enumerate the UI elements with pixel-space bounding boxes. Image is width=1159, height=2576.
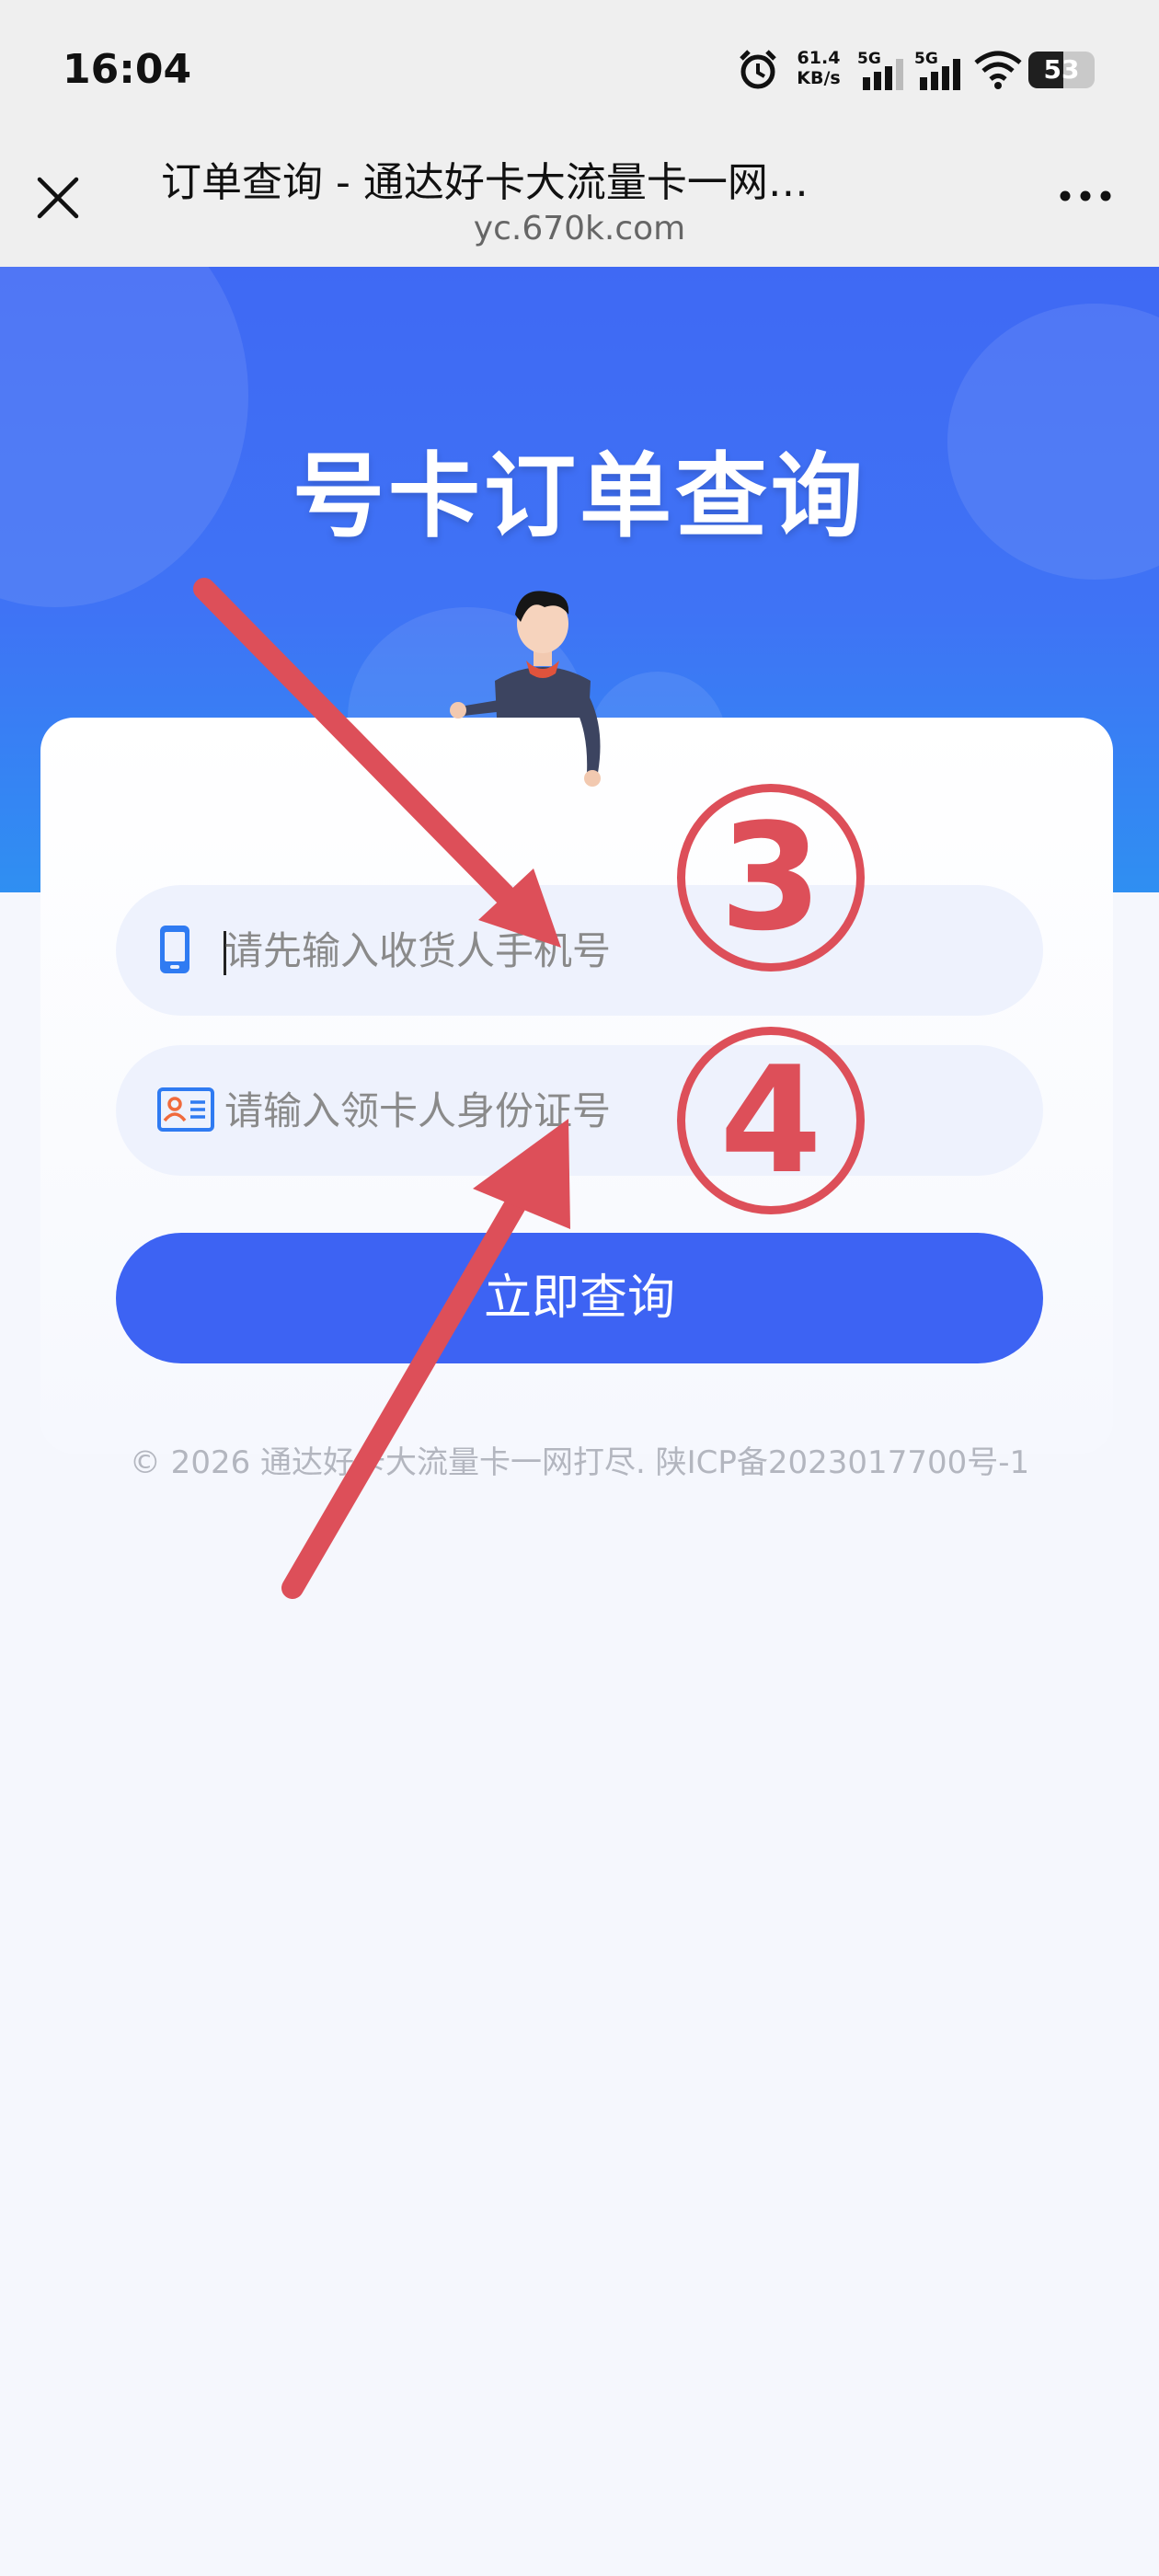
person-illustration: [450, 591, 601, 787]
browser-header: 订单查询 - 通达好卡大流量卡一网… yc.670k.com: [0, 138, 1159, 267]
step-3-badge: 3: [677, 784, 865, 972]
hero-title: 号卡订单查询: [293, 443, 866, 550]
id-card-icon: [157, 1087, 214, 1132]
phone-field-row[interactable]: [116, 885, 1043, 1016]
more-icon[interactable]: [1058, 182, 1113, 210]
signal-1: 5G: [857, 44, 909, 96]
battery-indicator: 53: [1028, 52, 1095, 88]
page-url[interactable]: yc.670k.com: [0, 210, 1159, 247]
alarm-icon: [740, 50, 776, 89]
phone-input[interactable]: [224, 885, 1016, 1016]
footer-copyright: © 2026 通达好卡大流量卡一网打尽. 陕ICP备2023017700号-1: [129, 1444, 1030, 1481]
network-speed-value: 61.4: [797, 48, 841, 68]
status-icons: 61.4 KB/s 5G 5G 53: [736, 44, 1095, 99]
battery-level: 53: [1043, 54, 1080, 85]
signal-icon: [920, 59, 960, 90]
signal-2: 5G: [914, 44, 966, 96]
id-card-input[interactable]: [224, 1045, 1016, 1176]
step-4-badge: 4: [677, 1027, 865, 1214]
status-time: 16:04: [63, 46, 192, 93]
status-bar: 16:04 61.4 KB/s 5G 5G 53: [0, 0, 1159, 138]
network-speed: 61.4 KB/s: [791, 48, 846, 88]
signal-icon: [863, 59, 903, 90]
query-button[interactable]: 立即查询: [116, 1233, 1043, 1363]
phone-icon: [160, 926, 189, 973]
id-field-row[interactable]: [116, 1045, 1043, 1176]
network-speed-unit: KB/s: [797, 68, 841, 88]
wifi-icon: [974, 51, 1022, 89]
page-title: 订单查询 - 通达好卡大流量卡一网…: [161, 159, 809, 206]
